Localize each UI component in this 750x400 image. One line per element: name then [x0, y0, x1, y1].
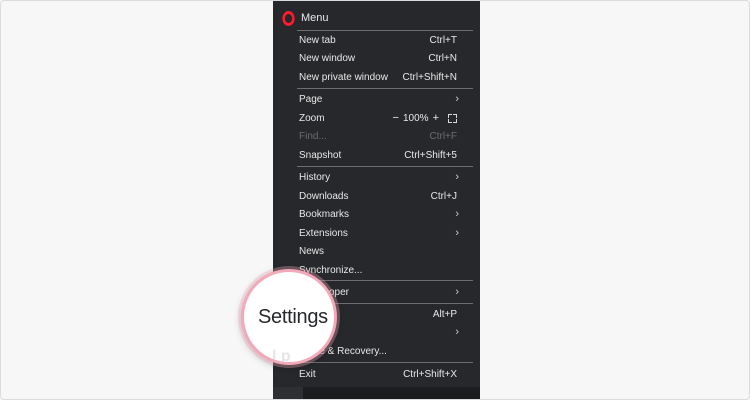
- menu-item-label: New window: [299, 52, 356, 64]
- menu-item-new-window[interactable]: New window Ctrl+N: [299, 50, 457, 66]
- menu-item-label: Exit: [299, 368, 316, 380]
- menu-item-shortcut: Ctrl+Shift+X: [403, 368, 457, 380]
- menu-item-shortcut: Ctrl+N: [428, 52, 457, 64]
- menu-item-label: Extensions: [299, 227, 348, 239]
- menu-item-history[interactable]: History ›: [299, 169, 459, 185]
- menu-separator: [297, 362, 473, 363]
- menu-item-label: Page: [299, 93, 323, 105]
- menu-title: Menu: [301, 12, 329, 24]
- menu-item-shortcut: Ctrl+F: [429, 130, 458, 142]
- screenshot-frame: Menu New tab Ctrl+T New window Ctrl+N Ne…: [0, 0, 750, 400]
- menu-item-label: New private window: [299, 71, 388, 83]
- menu-item-label: Find...: [299, 130, 327, 142]
- menu-item-exit[interactable]: Exit Ctrl+Shift+X: [299, 366, 457, 382]
- menu-header[interactable]: Menu: [281, 9, 329, 27]
- settings-magnifier-callout: Settings l p: [241, 269, 337, 365]
- taskbar-strip: [273, 387, 480, 399]
- chevron-right-icon: ›: [455, 207, 459, 220]
- menu-separator: [297, 280, 473, 281]
- chevron-right-icon: ›: [455, 170, 459, 183]
- menu-item-downloads[interactable]: Downloads Ctrl+J: [299, 188, 457, 204]
- zoom-out-button[interactable]: −: [393, 112, 399, 124]
- menu-item-shortcut: Ctrl+T: [429, 34, 458, 46]
- menu-item-extensions[interactable]: Extensions ›: [299, 225, 459, 241]
- zoom-level: 100%: [402, 112, 429, 124]
- zoom-control: − 100% +: [393, 112, 457, 124]
- menu-item-snapshot[interactable]: Snapshot Ctrl+Shift+5: [299, 147, 457, 163]
- menu-item-page[interactable]: Page ›: [299, 91, 459, 107]
- menu-item-shortcut: Ctrl+Shift+N: [402, 71, 457, 83]
- chevron-right-icon: ›: [455, 92, 459, 105]
- menu-item-label: Snapshot: [299, 149, 342, 161]
- magnified-settings-label: Settings: [258, 306, 328, 328]
- menu-item-label: News: [299, 245, 325, 257]
- menu-item-label: New tab: [299, 34, 336, 46]
- menu-item-shortcut: Ctrl+Shift+5: [404, 149, 457, 161]
- chevron-right-icon: ›: [455, 226, 459, 239]
- menu-separator: [297, 30, 473, 31]
- menu-item-new-private-window[interactable]: New private window Ctrl+Shift+N: [299, 69, 457, 85]
- menu-item-label: Zoom: [299, 112, 325, 124]
- menu-item-zoom: Zoom − 100% +: [299, 110, 457, 126]
- menu-item-label: Bookmarks: [299, 208, 350, 220]
- menu-separator: [297, 88, 473, 89]
- menu-item-new-tab[interactable]: New tab Ctrl+T: [299, 32, 457, 48]
- fullscreen-icon[interactable]: [448, 113, 457, 123]
- zoom-in-button[interactable]: +: [433, 112, 439, 124]
- menu-item-news[interactable]: News: [299, 243, 457, 259]
- menu-item-find[interactable]: Find... Ctrl+F: [299, 128, 457, 144]
- chevron-right-icon: ›: [455, 325, 459, 338]
- menu-item-label: History: [299, 171, 331, 183]
- menu-item-synchronize[interactable]: Synchronize...: [299, 262, 457, 278]
- magnified-ghost-text: l p: [272, 348, 291, 365]
- menu-item-shortcut: Ctrl+J: [430, 190, 457, 202]
- opera-logo-icon: [282, 10, 295, 26]
- menu-item-bookmarks[interactable]: Bookmarks ›: [299, 206, 459, 222]
- menu-item-shortcut: Alt+P: [432, 308, 457, 320]
- chevron-right-icon: ›: [455, 285, 459, 298]
- menu-separator: [297, 166, 473, 167]
- menu-item-label: Downloads: [299, 190, 349, 202]
